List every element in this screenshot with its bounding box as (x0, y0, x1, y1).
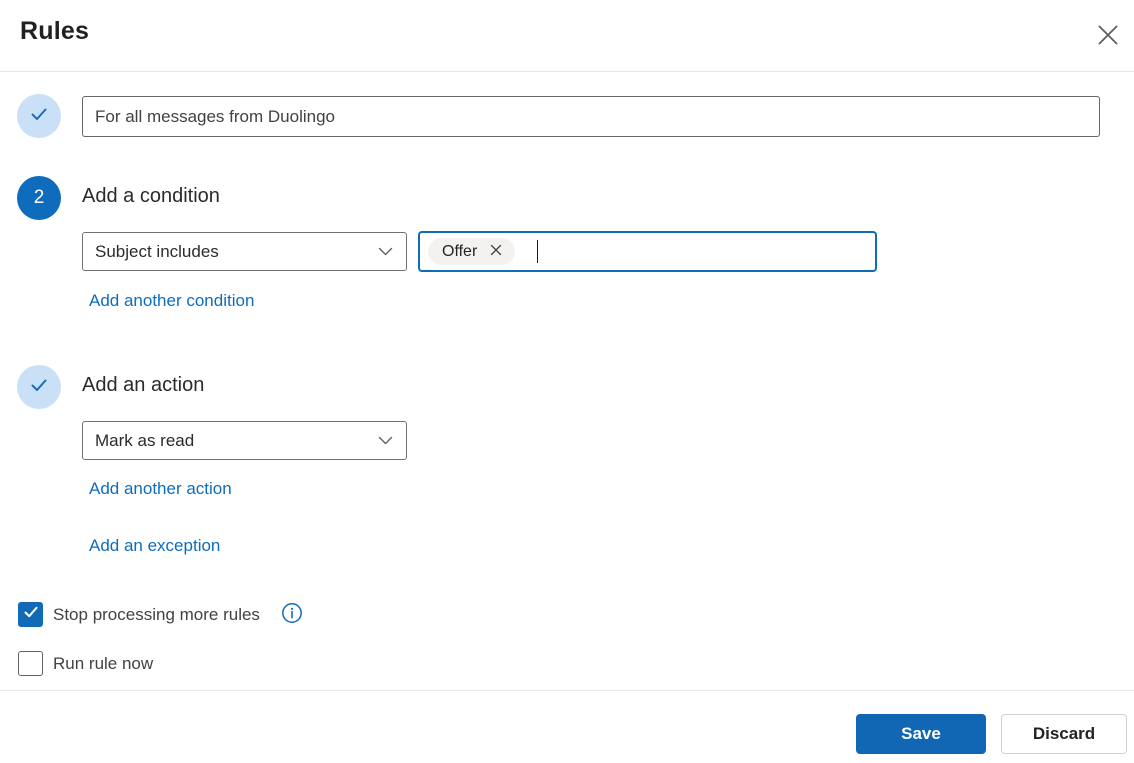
page-title: Rules (20, 17, 90, 45)
action-select[interactable]: Mark as read (82, 421, 407, 460)
checkmark-icon (28, 103, 50, 130)
chip-dismiss-icon (489, 243, 503, 260)
checkmark-icon (23, 604, 39, 625)
stop-processing-checkbox[interactable] (18, 602, 43, 627)
step2-number: 2 (33, 187, 45, 208)
action-select-value: Mark as read (95, 430, 195, 450)
rules-dialog: Rules 2 Add a condition Subject includes… (0, 0, 1134, 763)
chip-dismiss-button[interactable] (489, 243, 503, 260)
condition-value-input[interactable]: Offer (418, 231, 877, 272)
condition-select[interactable]: Subject includes (82, 232, 407, 271)
condition-heading: Add a condition (82, 185, 220, 207)
footer-divider (0, 690, 1134, 691)
checkmark-icon (28, 374, 50, 401)
info-icon (281, 602, 303, 627)
add-exception-link[interactable]: Add an exception (89, 536, 220, 556)
chevron-down-icon (377, 432, 394, 449)
step1-complete-indicator (17, 94, 61, 138)
discard-button[interactable]: Discard (1001, 714, 1127, 754)
close-icon (1095, 22, 1121, 51)
run-rule-row: Run rule now (18, 651, 153, 676)
header-divider (0, 71, 1134, 72)
close-button[interactable] (1090, 18, 1126, 54)
step2-indicator: 2 (17, 176, 61, 220)
save-button[interactable]: Save (856, 714, 986, 754)
add-another-action-link[interactable]: Add another action (89, 479, 232, 499)
add-another-condition-link[interactable]: Add another condition (89, 291, 254, 311)
condition-value-chip: Offer (428, 238, 516, 265)
chevron-down-icon (377, 243, 394, 260)
run-rule-checkbox[interactable] (18, 651, 43, 676)
info-button[interactable] (281, 602, 303, 627)
text-cursor (537, 240, 539, 263)
stop-processing-label[interactable]: Stop processing more rules (53, 605, 260, 625)
stop-processing-row: Stop processing more rules (18, 602, 303, 627)
step3-complete-indicator (17, 365, 61, 409)
chip-label: Offer (442, 242, 478, 260)
action-heading: Add an action (82, 374, 205, 396)
run-rule-label[interactable]: Run rule now (53, 654, 153, 674)
rule-name-input[interactable] (82, 96, 1100, 137)
condition-select-value: Subject includes (95, 241, 219, 261)
